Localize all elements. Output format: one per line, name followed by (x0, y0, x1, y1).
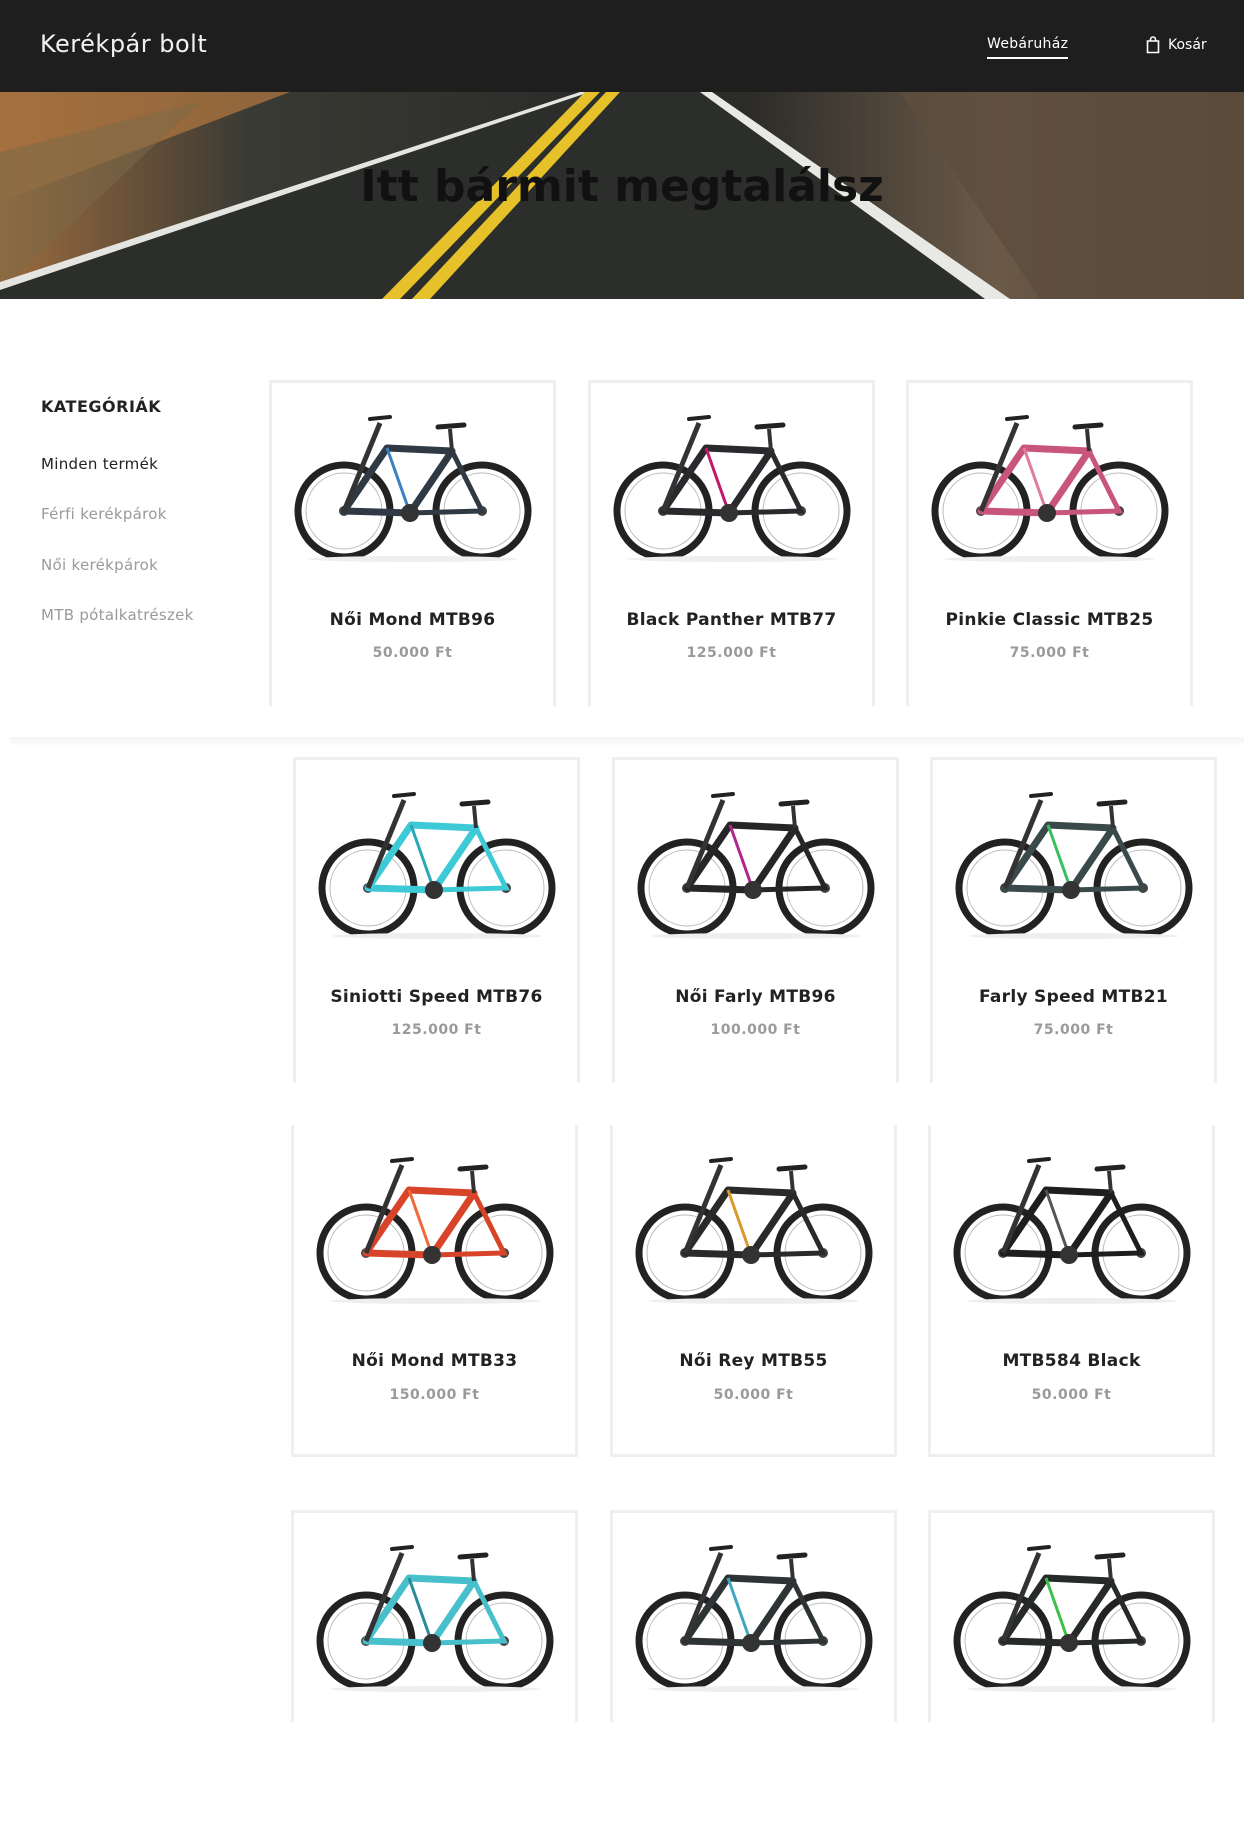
bike-image (635, 1545, 873, 1692)
section-divider (10, 737, 1244, 747)
product-card[interactable]: Női Rey MTB55 50.000 Ft (610, 1125, 897, 1457)
category-mtb-parts[interactable]: MTB pótalkatrészek (41, 606, 194, 624)
cart-button[interactable]: Kosár (1146, 36, 1207, 54)
bike-image (635, 1157, 873, 1304)
product-price: 75.000 Ft (1033, 1022, 1114, 1038)
product-card[interactable] (291, 1510, 578, 1722)
bike-image (318, 792, 556, 939)
product-card[interactable]: Farly Speed MTB21 75.000 Ft (930, 757, 1217, 1083)
product-price: 125.000 Ft (391, 1022, 482, 1038)
bike-image (931, 415, 1169, 562)
product-card[interactable]: MTB584 Black 50.000 Ft (928, 1125, 1215, 1457)
category-mens-bikes[interactable]: Férfi kerékpárok (41, 505, 167, 523)
bike-image (955, 792, 1193, 939)
hero-title: Itt bármit megtalálsz (360, 161, 884, 212)
bike-image (613, 415, 851, 562)
product-name[interactable]: Pinkie Classic MTB25 (909, 610, 1190, 630)
product-name[interactable]: MTB584 Black (931, 1351, 1212, 1371)
product-card[interactable] (928, 1510, 1215, 1722)
product-name[interactable]: Farly Speed MTB21 (933, 987, 1214, 1007)
product-price: 125.000 Ft (686, 645, 777, 661)
product-name[interactable]: Női Mond MTB33 (294, 1351, 575, 1371)
category-womens-bikes[interactable]: Női kerékpárok (41, 556, 158, 574)
product-price: 150.000 Ft (389, 1387, 480, 1403)
product-name[interactable]: Női Mond MTB96 (272, 610, 553, 630)
bike-image (637, 792, 875, 939)
product-price: 75.000 Ft (1009, 645, 1090, 661)
product-card[interactable] (610, 1510, 897, 1722)
product-card[interactable]: Pinkie Classic MTB25 75.000 Ft (906, 380, 1193, 706)
cart-label: Kosár (1168, 37, 1207, 53)
bike-image (953, 1545, 1191, 1692)
nav-link-webaruhaz[interactable]: Webáruház (987, 36, 1069, 59)
product-card[interactable]: Női Farly MTB96 100.000 Ft (612, 757, 899, 1083)
product-card[interactable]: Női Mond MTB33 150.000 Ft (291, 1125, 578, 1457)
product-price: 50.000 Ft (372, 645, 453, 661)
product-card[interactable]: Black Panther MTB77 125.000 Ft (588, 380, 875, 706)
product-name[interactable]: Női Farly MTB96 (615, 987, 896, 1007)
product-card[interactable]: Siniotti Speed MTB76 125.000 Ft (293, 757, 580, 1083)
product-name[interactable]: Női Rey MTB55 (613, 1351, 894, 1371)
categories-heading: KATEGÓRIÁK (41, 397, 162, 416)
hero-banner: Itt bármit megtalálsz (0, 92, 1244, 299)
bike-image (953, 1157, 1191, 1304)
category-all-products[interactable]: Minden termék (41, 455, 158, 473)
product-price: 50.000 Ft (713, 1387, 794, 1403)
product-price: 100.000 Ft (710, 1022, 801, 1038)
bike-image (294, 415, 532, 562)
shopping-bag-icon (1146, 36, 1160, 54)
product-name[interactable]: Siniotti Speed MTB76 (296, 987, 577, 1007)
top-navbar: Kerékpár bolt Webáruház Kosár (0, 0, 1244, 92)
product-price: 50.000 Ft (1031, 1387, 1112, 1403)
product-name[interactable]: Black Panther MTB77 (591, 610, 872, 630)
bike-image (316, 1157, 554, 1304)
brand-logo[interactable]: Kerékpár bolt (40, 30, 207, 58)
bike-image (316, 1545, 554, 1692)
product-card[interactable]: Női Mond MTB96 50.000 Ft (269, 380, 556, 706)
